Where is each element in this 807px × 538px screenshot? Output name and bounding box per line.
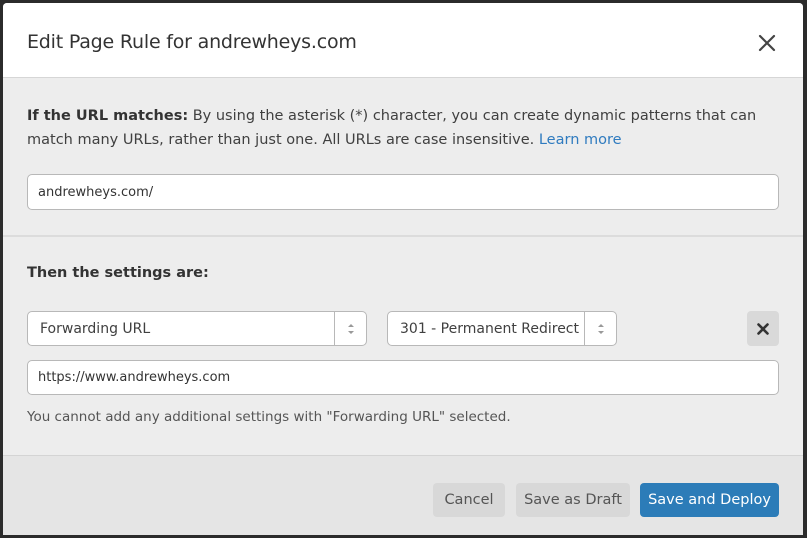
destination-url-value: https://www.andrewheys.com: [38, 370, 231, 385]
status-code-select[interactable]: 301 - Permanent Redirect: [387, 311, 617, 346]
modal-header: Edit Page Rule for andrewheys.com: [3, 3, 803, 78]
setting-type-value: Forwarding URL: [40, 320, 151, 337]
url-match-label: If the URL matches:: [27, 108, 189, 124]
url-match-section: If the URL matches: By using the asteris…: [3, 78, 803, 237]
modal-title: Edit Page Rule for andrewheys.com: [27, 31, 357, 53]
destination-url-input[interactable]: https://www.andrewheys.com: [27, 360, 779, 395]
select-arrows-icon: [334, 312, 366, 345]
close-icon: [757, 322, 769, 335]
modal-footer: Cancel Save as Draft Save and Deploy: [3, 455, 803, 535]
close-button[interactable]: [755, 31, 779, 55]
settings-heading: Then the settings are:: [27, 265, 209, 281]
settings-note: You cannot add any additional settings w…: [27, 409, 511, 425]
setting-type-select[interactable]: Forwarding URL: [27, 311, 367, 346]
url-match-description: If the URL matches: By using the asteris…: [27, 104, 767, 152]
status-code-value: 301 - Permanent Redirect: [400, 320, 579, 337]
save-and-deploy-button[interactable]: Save and Deploy: [640, 483, 779, 517]
url-pattern-value: andrewheys.com/: [38, 184, 154, 200]
learn-more-link[interactable]: Learn more: [539, 132, 622, 148]
save-as-draft-button[interactable]: Save as Draft: [516, 483, 630, 517]
remove-setting-button[interactable]: [747, 311, 779, 346]
close-icon: [758, 34, 776, 52]
edit-page-rule-modal: Edit Page Rule for andrewheys.com If the…: [3, 3, 803, 535]
select-arrows-icon: [584, 312, 616, 345]
url-pattern-input[interactable]: andrewheys.com/: [27, 174, 779, 210]
cancel-button[interactable]: Cancel: [433, 483, 505, 517]
settings-section: Then the settings are: Forwarding URL 30…: [3, 237, 803, 455]
